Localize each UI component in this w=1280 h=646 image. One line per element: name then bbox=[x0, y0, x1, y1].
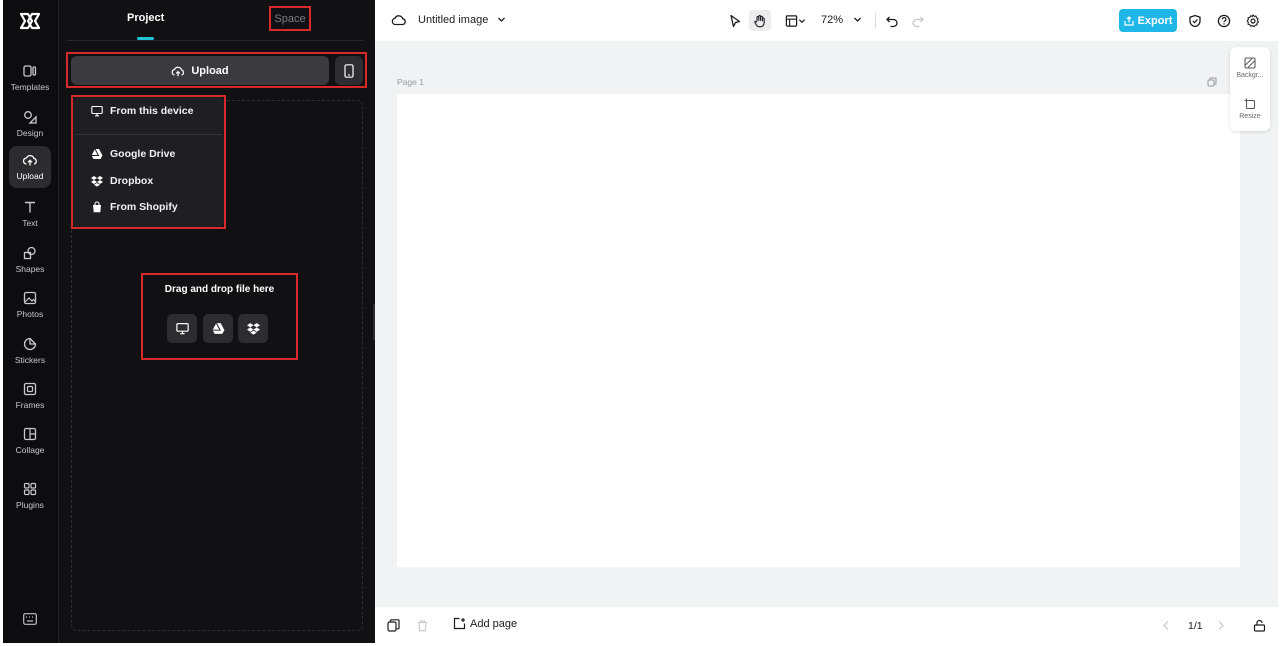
rail-item-frames[interactable]: Frames bbox=[9, 376, 51, 416]
layout-icon bbox=[785, 14, 797, 27]
rail-item-collage[interactable]: Collage bbox=[9, 421, 51, 461]
export-button-label: Export bbox=[1137, 14, 1173, 27]
page-counter: 1/1 bbox=[1188, 620, 1203, 632]
photos-icon bbox=[23, 291, 37, 305]
rail-label: Collage bbox=[15, 445, 45, 455]
side-tools-panel: Backgr... Resize bbox=[1230, 47, 1270, 131]
capcut-logo[interactable] bbox=[19, 11, 41, 31]
rail-label: Frames bbox=[15, 400, 45, 410]
canvas-area[interactable]: Page 1 bbox=[375, 41, 1278, 607]
collage-icon bbox=[23, 427, 37, 441]
rail-label: Templates bbox=[10, 82, 50, 92]
rail-item-templates[interactable]: Templates bbox=[9, 58, 51, 98]
add-page-icon bbox=[453, 617, 466, 630]
templates-icon bbox=[23, 65, 37, 77]
side-tool-label: Resize bbox=[1239, 113, 1261, 120]
keyboard-shortcuts-icon[interactable] bbox=[23, 613, 37, 625]
redo-button[interactable] bbox=[907, 10, 929, 31]
rail-item-plugins[interactable]: Plugins bbox=[9, 476, 51, 516]
upload-icon bbox=[23, 154, 37, 166]
stickers-icon bbox=[23, 337, 37, 351]
lock-icon[interactable] bbox=[1253, 619, 1266, 632]
pointer-icon bbox=[730, 14, 741, 27]
add-page-label: Add page bbox=[470, 617, 518, 630]
hand-icon bbox=[754, 14, 765, 27]
select-tool-button[interactable] bbox=[724, 10, 746, 31]
chevron-down-icon[interactable] bbox=[853, 15, 862, 24]
rail-label: Text bbox=[22, 218, 38, 228]
frames-icon bbox=[23, 382, 37, 396]
rail-item-design[interactable]: Design bbox=[9, 104, 51, 144]
duplicate-page-icon[interactable] bbox=[1207, 77, 1217, 87]
rail-item-text[interactable]: Text bbox=[9, 194, 51, 234]
page-label: Page 1 bbox=[397, 77, 424, 87]
side-tool-label: Backgr... bbox=[1236, 72, 1264, 79]
layout-menu-button[interactable] bbox=[780, 10, 810, 31]
bottom-bar: Add page 1/1 bbox=[375, 607, 1280, 646]
design-icon bbox=[24, 111, 37, 124]
shield-icon bbox=[1189, 14, 1201, 27]
rail-item-stickers[interactable]: Stickers bbox=[9, 331, 51, 371]
zoom-level[interactable]: 72% bbox=[821, 14, 843, 26]
design-page[interactable] bbox=[397, 94, 1240, 567]
rail-label: Stickers bbox=[14, 355, 46, 365]
delete-page-icon[interactable] bbox=[416, 619, 429, 632]
resize-icon bbox=[1244, 98, 1256, 110]
shield-button[interactable] bbox=[1184, 10, 1206, 31]
app-window: Templates Design Upload Text Shapes Phot… bbox=[0, 0, 1280, 646]
background-icon bbox=[1244, 57, 1256, 69]
export-button[interactable]: Export bbox=[1119, 9, 1177, 32]
cloud-upload-icon bbox=[172, 66, 185, 76]
pages-overview-icon[interactable] bbox=[387, 619, 400, 632]
previous-page-icon[interactable] bbox=[1160, 619, 1173, 632]
help-icon bbox=[1217, 14, 1231, 27]
undo-icon bbox=[886, 16, 898, 27]
cloud-sync-icon[interactable] bbox=[391, 13, 406, 27]
add-page-button[interactable]: Add page bbox=[453, 617, 517, 630]
export-icon bbox=[1123, 15, 1134, 26]
upload-panel: Project Space Upload From this device Go… bbox=[58, 0, 375, 643]
chevron-down-icon[interactable] bbox=[497, 15, 506, 24]
rail-label: Design bbox=[16, 128, 44, 138]
highlight-box-drag-drop bbox=[141, 273, 298, 360]
rail-item-upload[interactable]: Upload bbox=[9, 146, 51, 188]
rail-label: Upload bbox=[16, 171, 44, 181]
highlight-box-menu bbox=[71, 95, 226, 229]
toolbar-divider bbox=[875, 13, 876, 28]
rail-item-photos[interactable]: Photos bbox=[9, 285, 51, 325]
top-bar: Untitled image 72% Export bbox=[375, 0, 1280, 41]
next-page-icon[interactable] bbox=[1214, 619, 1227, 632]
phone-icon bbox=[344, 63, 354, 78]
hand-tool-button[interactable] bbox=[749, 10, 771, 31]
rail-label: Plugins bbox=[16, 500, 44, 510]
background-tool-button[interactable]: Backgr... bbox=[1230, 57, 1270, 79]
upload-from-phone-button[interactable] bbox=[335, 56, 363, 85]
rail-label: Photos bbox=[16, 309, 44, 319]
settings-button[interactable] bbox=[1242, 10, 1264, 31]
resize-tool-button[interactable]: Resize bbox=[1230, 98, 1270, 120]
document-title[interactable]: Untitled image bbox=[418, 14, 488, 26]
chevron-down-icon bbox=[798, 18, 805, 23]
redo-icon bbox=[912, 16, 924, 27]
shapes-icon bbox=[23, 246, 36, 260]
help-button[interactable] bbox=[1213, 10, 1235, 31]
tabs-divider bbox=[67, 40, 364, 41]
tab-project[interactable]: Project bbox=[127, 12, 164, 24]
upload-button-label: Upload bbox=[191, 64, 229, 77]
rail-label: Shapes bbox=[15, 264, 45, 274]
tab-space[interactable]: Space bbox=[269, 6, 311, 31]
plugins-icon bbox=[23, 482, 37, 496]
text-icon bbox=[25, 201, 35, 213]
gear-icon bbox=[1246, 13, 1259, 27]
left-rail: Templates Design Upload Text Shapes Phot… bbox=[3, 0, 58, 643]
undo-button[interactable] bbox=[881, 10, 903, 31]
rail-item-shapes[interactable]: Shapes bbox=[9, 240, 51, 280]
upload-button[interactable]: Upload bbox=[71, 56, 329, 85]
